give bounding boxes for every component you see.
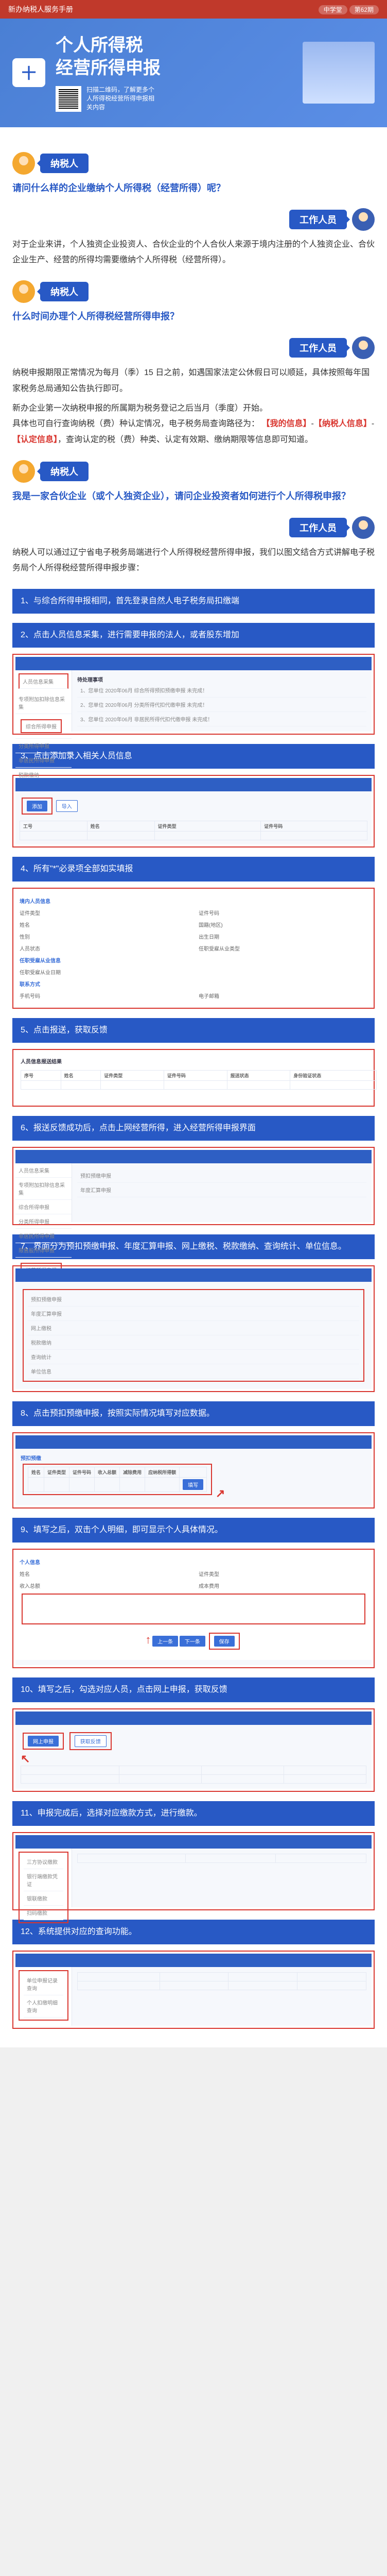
taxpayer-label: 纳税人 (40, 282, 89, 301)
taxpayer-avatar (12, 152, 35, 175)
answer-2-p1: 纳税申报期限正常情况为每月（季）15 日之前，如遇国家法定公休假日可以顺延，具体… (12, 365, 375, 397)
qr-code (56, 86, 81, 112)
step-12-title: 12、系统提供对应的查询功能。 (12, 1920, 375, 1944)
taxpayer-avatar (12, 280, 35, 303)
staff-avatar (352, 336, 375, 359)
taxpayer-avatar (12, 460, 35, 483)
qr-hint: 扫描二维码，了解更多个人所得税经营所得申报相关内容 (86, 86, 159, 111)
screenshot-2: 人员信息采集 专项附加扣除信息采集 综合所得申报 分类所得申报 非居民所得申报 … (12, 654, 375, 735)
step-4-title: 4、所有"*"必录项全部如实填报 (12, 857, 375, 882)
title-banner: 十 个人所得税 经营所得申报 扫描二维码，了解更多个人所得税经营所得申报相关内容 (0, 19, 387, 127)
question-1: 请问什么样的企业缴纳个人所得税（经营所得）呢？ (12, 181, 375, 196)
header-tag-1: 中学堂 (319, 5, 347, 14)
screenshot-9: 个人信息 姓名证件类型 收入总额成本费用 ↑ 上一条 下一条 保存 (12, 1549, 375, 1668)
step-11-title: 11、申报完成后，选择对应缴款方式，进行缴款。 (12, 1801, 375, 1826)
step-5-title: 5、点击报送，获取反馈 (12, 1018, 375, 1043)
question-2: 什么时间办理个人所得税经营所得申报？ (12, 309, 375, 324)
header-tag-2: 第62期 (349, 5, 379, 14)
staff-avatar (352, 208, 375, 231)
answer-3-intro: 纳税人可以通过辽宁省电子税务局端进行个人所得税经营所得申报，我们以图文结合方式讲… (12, 545, 375, 577)
screenshot-8: 预扣预缴 姓名证件类型证件号码收入总额减除费用应纳税所得额 填写 ↗ (12, 1432, 375, 1509)
staff-label: 工作人员 (289, 210, 347, 229)
screenshot-6: 人员信息采集 专项附加扣除信息采集 综合所得申报 分类所得申报 非居民所得申报 … (12, 1147, 375, 1225)
question-3: 我是一家合伙企业（或个人独资企业），请问企业投资者如何进行个人所得税申报？ (12, 489, 375, 504)
step-8-title: 8、点击预扣预缴申报，按照实际情况填写对应数据。 (12, 1401, 375, 1426)
step-9-title: 9、填写之后，双击个人明细，即可显示个人具体情况。 (12, 1518, 375, 1543)
step-1-title: 1、与综合所得申报相同，首先登录自然人电子税务局扣缴端 (12, 589, 375, 614)
doc-header: 新办纳税人服务手册 中学堂 第62期 (0, 0, 387, 19)
taxpayer-label: 纳税人 (40, 154, 89, 173)
screenshot-12: 单位申报记录查询 个人扣缴明细查询 (12, 1951, 375, 2029)
staff-label: 工作人员 (289, 338, 347, 358)
step-2-title: 2、点击人员信息采集，进行需要申报的法人，或者股东增加 (12, 623, 375, 648)
step-10-title: 10、填写之后，勾选对应人员，点击网上申报，获取反馈 (12, 1677, 375, 1702)
page-title: 个人所得税 经营所得申报 (56, 34, 292, 79)
screenshot-7: 预扣预缴申报 年度汇算申报 网上缴税 税款缴纳 查询统计 单位信息 (12, 1265, 375, 1392)
taxpayer-label: 纳税人 (40, 462, 89, 481)
answer-2-p2: 新办企业第一次纳税申报的所属期为税务登记之后当月（季度）开始。 具体也可自行查询… (12, 401, 375, 448)
chapter-number: 十 (12, 58, 45, 87)
screenshot-3: 添加 导入 工号姓名证件类型证件号码 (12, 775, 375, 848)
step-6-title: 6、报送反馈成功后，点击上网经营所得，进入经营所得申报界面 (12, 1116, 375, 1141)
screenshot-4: 境内人员信息 证件类型证件号码 姓名国籍(地区) 性别出生日期 人员状态任职受雇… (12, 888, 375, 1009)
staff-avatar (352, 516, 375, 539)
screenshot-5: 人员信息报送结果 序号姓名证件类型证件号码报送状态身份验证状态 (12, 1049, 375, 1107)
banner-illustration (303, 42, 375, 104)
header-left: 新办纳税人服务手册 (8, 4, 73, 14)
answer-1: 对于企业来讲，个人独资企业投资人、合伙企业的个人合伙人来源于境内注册的个人独资企… (12, 237, 375, 268)
screenshot-10: 网上申报 获取反馈 ↖ (12, 1708, 375, 1792)
screenshot-11: 三方协议缴款 银行端缴款凭证 银联缴款 扫码缴款 (12, 1832, 375, 1910)
staff-label: 工作人员 (289, 518, 347, 537)
